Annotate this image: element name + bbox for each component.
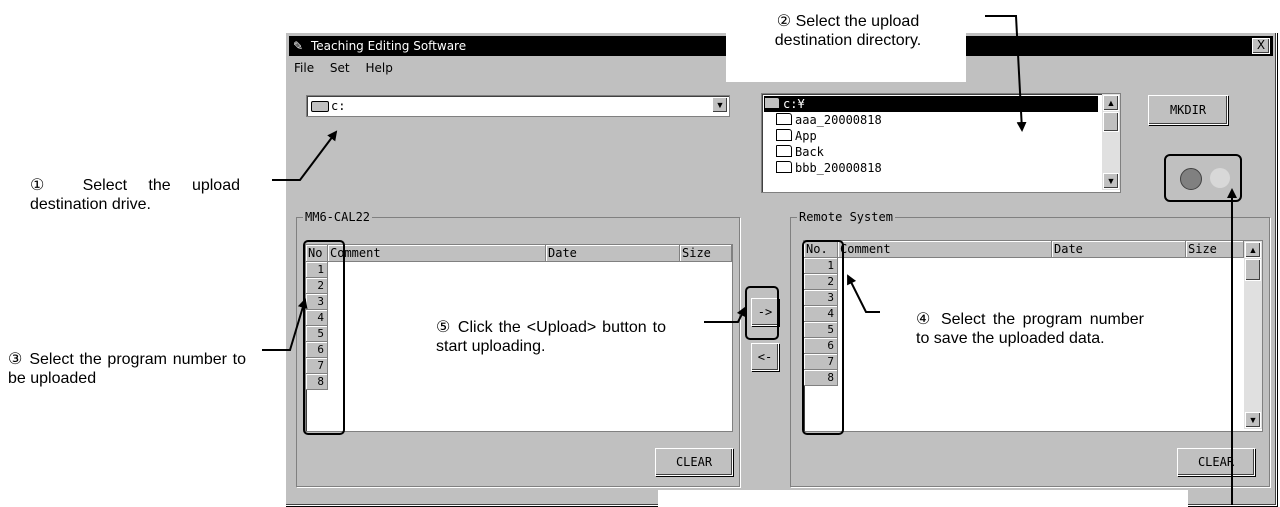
arrow-2 xyxy=(985,15,1027,132)
arrow-1 xyxy=(272,130,338,181)
arrow-5 xyxy=(704,306,746,323)
arrow-3 xyxy=(262,298,308,351)
arrow-4 xyxy=(847,274,880,313)
annotation-arrows xyxy=(262,15,1237,505)
